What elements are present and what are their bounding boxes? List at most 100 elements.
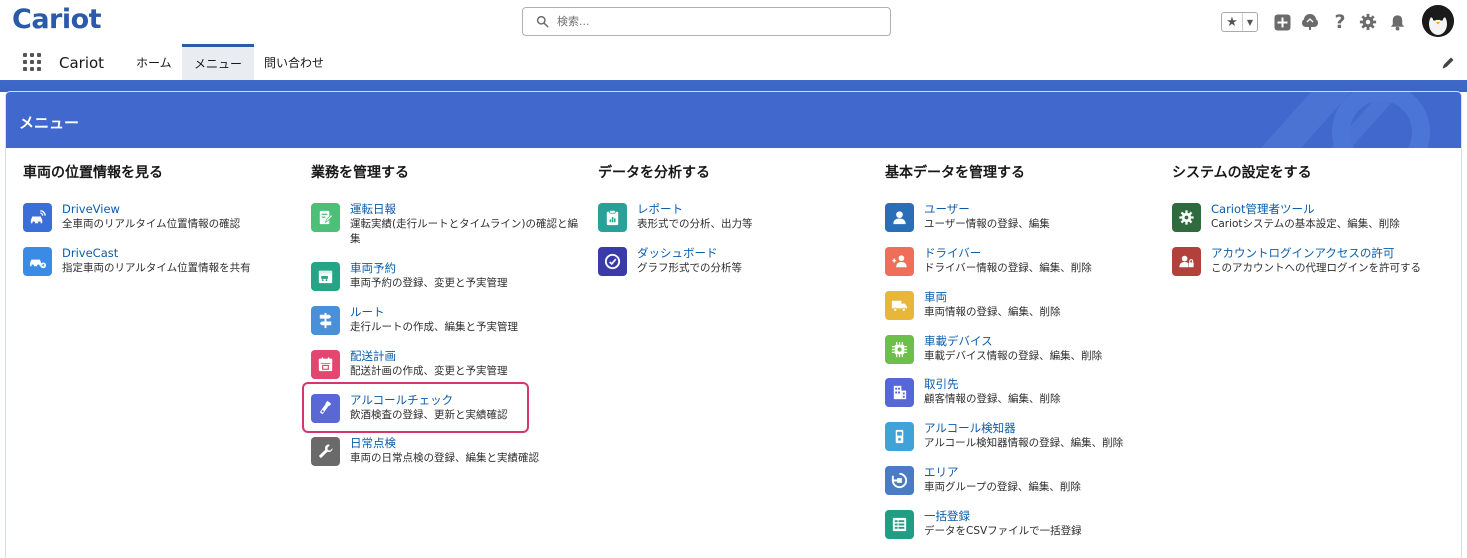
- building-icon: [885, 378, 914, 407]
- menu-item-link[interactable]: レポート: [637, 201, 753, 217]
- bell-icon[interactable]: [1387, 12, 1407, 32]
- menu-item-link[interactable]: Cariot管理者ツール: [1211, 201, 1400, 217]
- menu-item-route[interactable]: ルート 走行ルートの作成、編集と予実管理: [311, 304, 591, 335]
- area-icon: [885, 466, 914, 495]
- setup-gear-icon[interactable]: [1358, 12, 1378, 32]
- menu-item-link[interactable]: アルコール検知器: [924, 420, 1123, 436]
- trailhead-icon[interactable]: [1300, 12, 1320, 32]
- chevron-down-icon[interactable]: ▼: [1243, 13, 1257, 31]
- tab-contact[interactable]: 問い合わせ: [254, 44, 334, 80]
- cariot-logo[interactable]: Cariot: [12, 4, 102, 35]
- edit-nav-pencil-icon[interactable]: [1440, 55, 1456, 71]
- menu-item-link[interactable]: アカウントログインアクセスの許可: [1211, 245, 1421, 261]
- menu-item-description: 運転実績(走行ルートとタイムライン)の確認と編集: [350, 218, 578, 245]
- help-icon[interactable]: ?: [1330, 11, 1350, 33]
- column-title: システムの設定をする: [1172, 165, 1312, 181]
- menu-item-link[interactable]: ユーザー: [924, 201, 1050, 217]
- wrench-icon: [311, 437, 340, 466]
- menu-item-description: 車載デバイス情報の登録、編集、削除: [924, 350, 1103, 362]
- column-title: データを分析する: [598, 165, 710, 181]
- menu-item-link[interactable]: DriveCast: [62, 245, 251, 261]
- user-lock-icon: [1172, 247, 1201, 276]
- bulk-import-icon: [885, 510, 914, 539]
- menu-item-link[interactable]: 車載デバイス: [924, 333, 1102, 349]
- report-edit-icon: [311, 203, 340, 232]
- menu-item-description: アルコール検知器情報の登録、編集、削除: [924, 437, 1124, 449]
- menu-item-link[interactable]: ルート: [350, 304, 518, 320]
- star-icon[interactable]: ★: [1222, 13, 1243, 31]
- user-icon: [885, 203, 914, 232]
- menu-item-admin-tool[interactable]: Cariot管理者ツール Cariotシステムの基本設定、編集、削除: [1172, 201, 1452, 232]
- menu-item-description: 顧客情報の登録、編集、削除: [924, 393, 1061, 405]
- search-icon: [536, 15, 549, 28]
- menu-item-link[interactable]: 車両: [924, 289, 1061, 305]
- add-icon[interactable]: [1272, 12, 1292, 32]
- menu-item-vehicle[interactable]: 車両 車両情報の登録、編集、削除: [885, 289, 1165, 320]
- detector-icon: [885, 422, 914, 451]
- app-name: Cariot: [59, 54, 105, 72]
- menu-item-alcohol-detector[interactable]: アルコール検知器 アルコール検知器情報の登録、編集、削除: [885, 420, 1165, 451]
- menu-item-link[interactable]: 取引先: [924, 376, 1061, 392]
- menu-item-link[interactable]: DriveView: [62, 201, 240, 217]
- menu-item-description: 車両情報の登録、編集、削除: [924, 306, 1061, 318]
- search-input[interactable]: [557, 15, 877, 28]
- chip-icon: [885, 335, 914, 364]
- menu-item-link[interactable]: 車両予約: [350, 260, 508, 276]
- menu-item-link[interactable]: 運転日報: [350, 201, 585, 217]
- menu-item-report[interactable]: レポート 表形式での分析、出力等: [598, 201, 878, 232]
- menu-item-link[interactable]: ダッシュボード: [637, 245, 742, 261]
- menu-item-onboard-device[interactable]: 車載デバイス 車載デバイス情報の登録、編集、削除: [885, 333, 1165, 364]
- menu-item-description: 指定車両のリアルタイム位置情報を共有: [62, 262, 251, 274]
- menu-item-description: 配送計画の作成、変更と予実管理: [350, 365, 508, 377]
- menu-item-bulk-import[interactable]: 一括登録 データをCSVファイルで一括登録: [885, 508, 1165, 539]
- menu-item-description: データをCSVファイルで一括登録: [924, 525, 1082, 537]
- header-decoration: [1261, 92, 1430, 148]
- menu-item-link[interactable]: エリア: [924, 464, 1081, 480]
- report-clipboard-icon: [598, 203, 627, 232]
- menu-item-description: 全車両のリアルタイム位置情報の確認: [62, 218, 241, 230]
- column-title: 基本データを管理する: [885, 165, 1025, 181]
- menu-item-description: 表形式での分析、出力等: [637, 218, 753, 230]
- menu-item-driver[interactable]: ドライバー ドライバー情報の登録、編集、削除: [885, 245, 1165, 276]
- menu-item-delivery-plan[interactable]: 配送計画 配送計画の作成、変更と予実管理: [311, 348, 591, 379]
- menu-item-drivecast[interactable]: DriveCast 指定車両のリアルタイム位置情報を共有: [23, 245, 303, 276]
- global-search[interactable]: [522, 7, 891, 36]
- highlight-alcohol-check: [302, 382, 529, 433]
- user-avatar[interactable]: [1422, 5, 1454, 37]
- column-vehicle-location: 車両の位置情報を見る: [23, 162, 163, 202]
- menu-item-link[interactable]: 一括登録: [924, 508, 1082, 524]
- tab-menu[interactable]: メニュー: [182, 44, 254, 80]
- column-system-settings: システムの設定をする: [1172, 162, 1312, 202]
- menu-item-user[interactable]: ユーザー ユーザー情報の登録、編集: [885, 201, 1165, 232]
- menu-item-vehicle-reservation[interactable]: 車両予約 車両予約の登録、変更と予実管理: [311, 260, 591, 291]
- column-title: 車両の位置情報を見る: [23, 165, 163, 181]
- menu-item-link[interactable]: 日常点検: [350, 435, 539, 451]
- calendar-icon: [311, 350, 340, 379]
- menu-item-description: 走行ルートの作成、編集と予実管理: [350, 321, 518, 333]
- menu-item-description: このアカウントへの代理ログインを許可する: [1211, 262, 1421, 274]
- menu-item-login-access[interactable]: アカウントログインアクセスの許可 このアカウントへの代理ログインを許可する: [1172, 245, 1452, 276]
- truck-icon: [885, 291, 914, 320]
- route-sign-icon: [311, 306, 340, 335]
- app-launcher-icon[interactable]: [23, 53, 43, 73]
- car-share-icon: [23, 247, 52, 276]
- menu-item-driveview[interactable]: DriveView 全車両のリアルタイム位置情報の確認: [23, 201, 303, 232]
- menu-item-link[interactable]: ドライバー: [924, 245, 1092, 261]
- menu-item-link[interactable]: 配送計画: [350, 348, 508, 364]
- menu-item-account[interactable]: 取引先 顧客情報の登録、編集、削除: [885, 376, 1165, 407]
- global-header: Cariot ★ ▼ ?: [0, 0, 1467, 44]
- page-title: メニュー: [19, 114, 80, 132]
- column-title: 業務を管理する: [311, 165, 409, 181]
- menu-item-description: Cariotシステムの基本設定、編集、削除: [1211, 218, 1400, 230]
- menu-item-description: ドライバー情報の登録、編集、削除: [924, 262, 1092, 274]
- favorites-group[interactable]: ★ ▼: [1221, 12, 1258, 32]
- column-master-data: 基本データを管理する: [885, 162, 1025, 202]
- menu-item-description: グラフ形式での分析等: [637, 262, 742, 274]
- driver-icon: [885, 247, 914, 276]
- menu-item-driving-report[interactable]: 運転日報 運転実績(走行ルートとタイムライン)の確認と編集: [311, 201, 591, 247]
- menu-item-description: 車両グループの登録、編集、削除: [924, 481, 1081, 493]
- menu-item-area[interactable]: エリア 車両グループの登録、編集、削除: [885, 464, 1165, 495]
- menu-item-dashboard[interactable]: ダッシュボード グラフ形式での分析等: [598, 245, 878, 276]
- menu-item-daily-inspection[interactable]: 日常点検 車両の日常点検の登録、編集と実績確認: [311, 435, 591, 466]
- tab-home[interactable]: ホーム: [126, 44, 182, 80]
